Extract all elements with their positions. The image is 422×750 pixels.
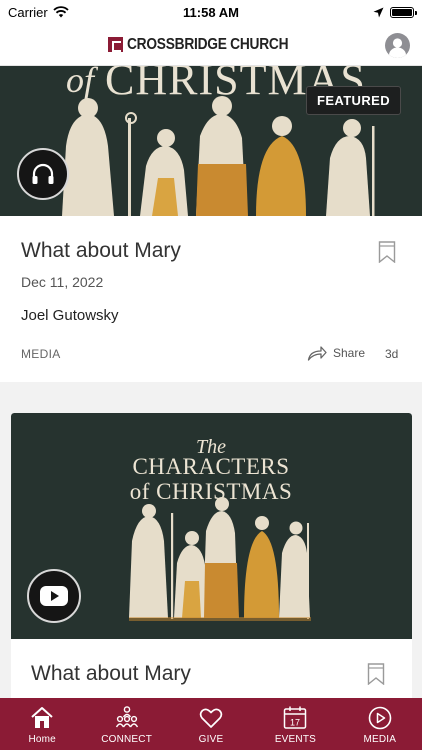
play-circle-icon [368,706,392,730]
tab-label: MEDIA [363,734,397,745]
featured-post-artwork[interactable]: of CHRISTMAS FEATURED [0,66,422,216]
featured-post-card[interactable]: of CHRISTMAS FEATURED What about Mary De… [0,66,422,382]
post-author: Joel Gutowsky [21,307,119,324]
youtube-play-icon [40,586,68,606]
post-card[interactable]: The CHARACTERS of CHRISTMAS What about M… [11,413,412,698]
tab-connect[interactable]: CONNECT [84,698,168,750]
post-date: Dec 11, 2022 [21,274,104,290]
share-arrow-icon [307,346,327,361]
post-title[interactable]: What about Mary [31,662,191,686]
post-title[interactable]: What about Mary [21,239,181,263]
share-label: Share [333,346,366,360]
logo-text: CROSSBRIDGE CHURCH [126,35,289,53]
tab-label: Home [28,734,56,745]
artwork-title-line3: of CHRISTMAS [130,479,293,504]
artwork-title-line2: CHARACTERS [132,454,289,479]
wifi-icon [53,6,69,18]
share-button[interactable]: Share [307,345,365,361]
svg-text:of: of [66,66,99,100]
calendar-day: 17 [290,718,300,728]
logo-mark-icon [107,37,123,52]
bookmark-icon[interactable] [367,663,385,685]
carrier-label: Carrier [8,4,48,20]
status-right [294,6,417,18]
status-time: 11:58 AM [183,4,239,20]
tab-give[interactable]: GIVE [169,698,253,750]
bookmark-icon[interactable] [378,241,396,263]
tab-label: GIVE [198,734,224,745]
status-bar: Carrier 11:58 AM [0,0,422,24]
connect-people-icon [115,706,138,728]
app-header: CROSSBRIDGE CHURCH [0,24,422,66]
user-avatar-icon[interactable] [385,33,410,58]
calendar-icon: 17 [284,706,307,729]
tab-home[interactable]: Home [0,698,84,750]
tab-events[interactable]: 17 EVENTS [253,698,337,750]
battery-icon [389,6,417,18]
church-logo: CROSSBRIDGE CHURCH [107,35,315,54]
heart-icon [199,708,223,728]
tab-label: EVENTS [274,734,317,745]
home-icon [31,707,53,728]
status-left: Carrier [8,5,128,20]
tab-label: CONNECT [101,734,153,745]
bottom-tab-bar: Home CONNECT GIVE 17 EVENTS MEDIA [0,698,422,750]
post-category: MEDIA [21,347,61,361]
youtube-button[interactable] [27,569,81,623]
headphones-icon [32,163,54,184]
post-artwork[interactable]: The CHARACTERS of CHRISTMAS [11,413,412,639]
location-arrow-icon [373,7,384,17]
headphones-button[interactable] [17,148,69,200]
feed[interactable]: of CHRISTMAS FEATURED What about Mary De… [0,66,422,698]
tab-media[interactable]: MEDIA [338,698,422,750]
featured-badge: FEATURED [305,86,401,115]
post-age: 3d [385,347,399,361]
